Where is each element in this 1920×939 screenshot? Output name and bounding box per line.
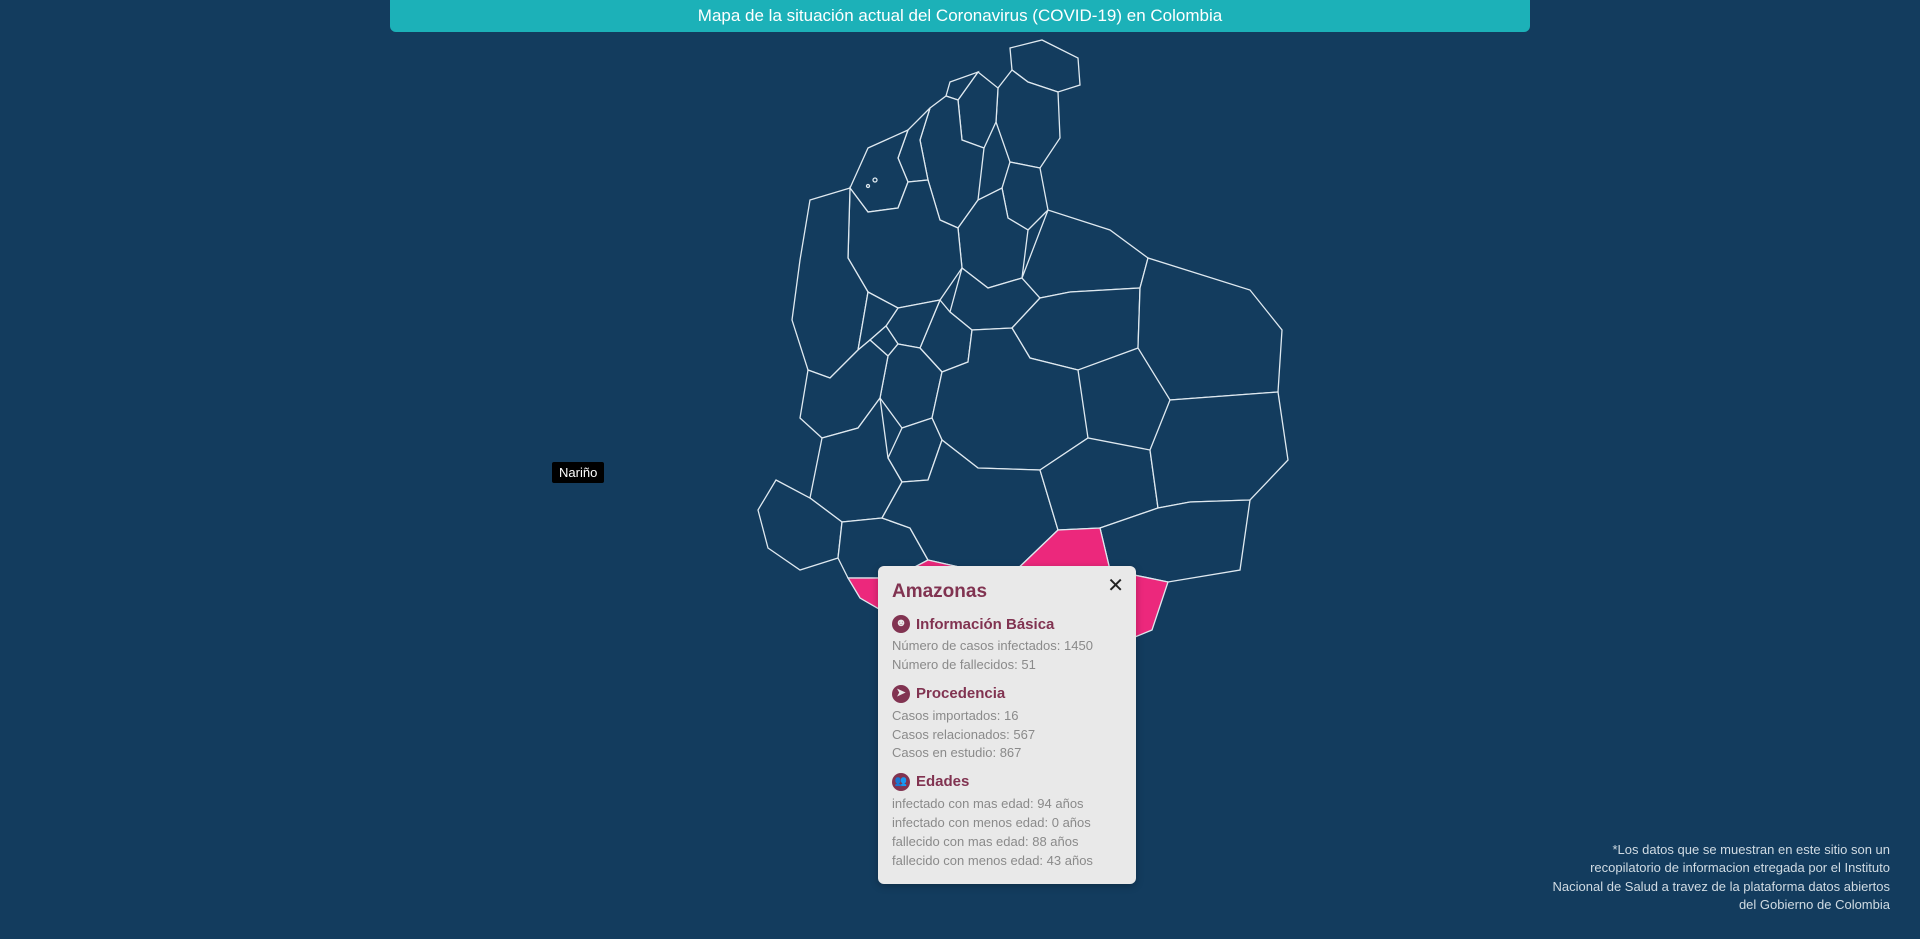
section-basic-heading: ☻ Información Básica [892,614,1122,636]
dept-vichada[interactable] [1138,258,1282,400]
page-header: Mapa de la situación actual del Coronavi… [390,0,1530,32]
section-origin-heading: ➤ Procedencia [892,683,1122,705]
header-title: Mapa de la situación actual del Coronavi… [698,6,1222,25]
stat-imported: Casos importados: 16 [892,707,1122,726]
department-info-card: ✕ Amazonas ☻ Información Básica Número d… [878,566,1136,884]
stat-inf-youngest: infectado con menos edad: 0 años [892,814,1122,833]
stat-dec-oldest: fallecido con mas edad: 88 años [892,833,1122,852]
island-marker-2 [867,185,870,188]
stat-related: Casos relacionados: 567 [892,726,1122,745]
hover-tooltip-label: Nariño [559,465,597,480]
close-icon[interactable]: ✕ [1107,576,1124,596]
island-marker-1 [873,178,877,182]
stat-infected: Número de casos infectados: 1450 [892,637,1122,656]
dept-arauca[interactable] [1022,210,1148,298]
section-origin-label: Procedencia [916,683,1005,705]
footer-text: *Los datos que se muestran en este sitio… [1553,842,1890,912]
card-title: Amazonas [892,578,1122,606]
stat-inf-oldest: infectado con mas edad: 94 años [892,795,1122,814]
dept-guainia[interactable] [1150,392,1288,508]
stat-study: Casos en estudio: 867 [892,744,1122,763]
stat-dec-youngest: fallecido con menos edad: 43 años [892,852,1122,871]
people-icon: 👥 [892,773,910,791]
compass-icon: ➤ [892,685,910,703]
info-icon: ☻ [892,615,910,633]
stat-deaths: Número de fallecidos: 51 [892,656,1122,675]
section-ages-label: Edades [916,771,969,793]
footer-disclaimer: *Los datos que se muestran en este sitio… [1540,841,1890,914]
section-basic-label: Información Básica [916,614,1054,636]
section-ages-heading: 👥 Edades [892,771,1122,793]
hover-tooltip: Nariño [552,462,604,483]
